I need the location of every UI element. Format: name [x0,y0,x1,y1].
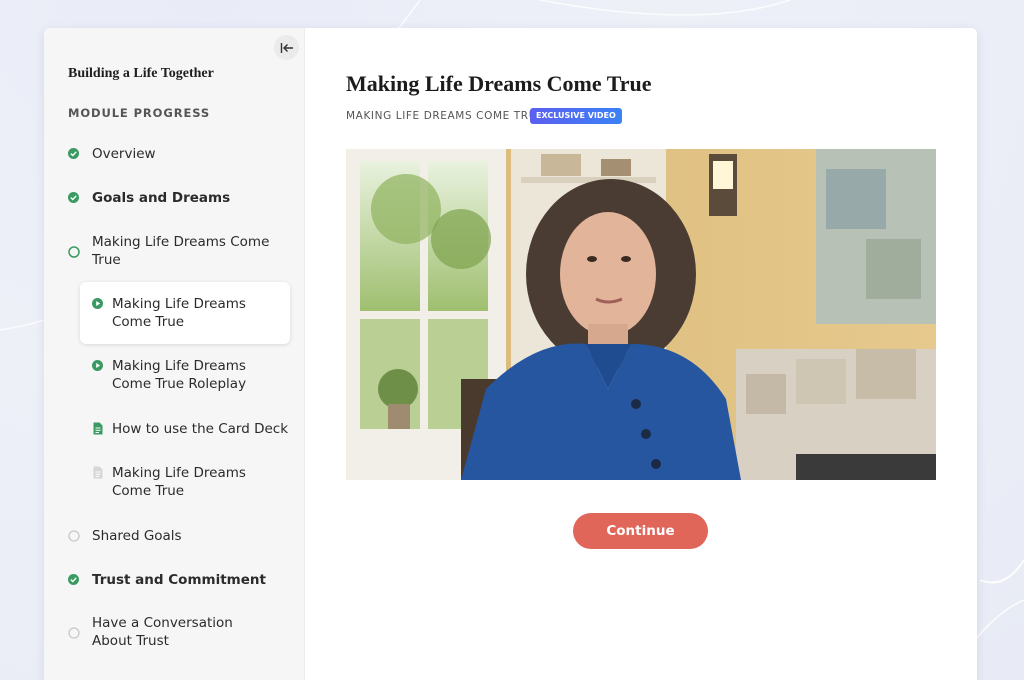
sidebar-item-trust-and-commitment[interactable]: Trust and Commitment [44,570,305,590]
circle-outline-icon [68,530,80,542]
sidebar-item-conversation-about-trust[interactable]: Have a Conversation About Trust [44,614,305,652]
lesson-title: Making Life Dreams Come True [346,71,652,96]
video-player[interactable] [346,149,936,480]
circle-outline-icon [68,627,80,639]
sidebar-item-label: Overview [92,146,156,162]
play-circle-icon [92,360,103,371]
exclusive-video-badge: EXCLUSIVE VIDEO [530,108,622,124]
circle-outline-icon [68,246,80,258]
sidebar-subitem-card-deck[interactable]: How to use the Card Deck [44,420,305,440]
sidebar-item-label: Making Life Dreams Come True [112,296,246,330]
sidebar-item-label: Making Life Dreams Come True Roleplay [112,358,247,392]
play-circle-icon [92,298,103,309]
sidebar-item-shared-goals[interactable]: Shared Goals [44,526,305,546]
check-circle-icon [68,148,79,159]
collapse-sidebar-button[interactable] [274,35,299,60]
sidebar-item-label: Making Life Dreams Come True [112,465,246,499]
lesson-subtitle: MAKING LIFE DREAMS COME TRUE [346,110,545,122]
document-icon [93,422,103,435]
continue-button[interactable]: Continue [573,513,708,549]
sidebar-subitem-roleplay-video[interactable]: Making Life Dreams Come True Roleplay [44,357,305,395]
sidebar-item-label: Trust and Commitment [92,572,266,588]
module-sidebar: Building a Life Together MODULE PROGRESS… [44,28,305,680]
sidebar-item-label: Shared Goals [92,528,182,544]
sidebar-item-making-life-dreams[interactable]: Making Life Dreams Come True [44,233,305,271]
check-circle-icon [68,192,79,203]
sidebar-item-goals-and-dreams[interactable]: Goals and Dreams [44,188,305,208]
sidebar-item-label: Goals and Dreams [92,190,231,206]
sidebar-item-label: How to use the Card Deck [112,421,289,437]
sidebar-item-label: Have a Conversation About Trust [92,615,233,649]
sidebar-item-label: Making Life Dreams Come True [92,234,270,268]
document-icon [93,466,103,479]
course-title: Building a Life Together [68,66,214,81]
sidebar-subitem-current-video[interactable]: Making Life Dreams Come True [44,295,305,333]
module-progress-heading: MODULE PROGRESS [68,106,211,120]
video-frame-image [346,149,936,480]
collapse-sidebar-icon [280,42,293,53]
lesson-card: Building a Life Together MODULE PROGRESS… [44,28,977,680]
sidebar-item-overview[interactable]: Overview [44,144,305,164]
sidebar-subitem-document[interactable]: Making Life Dreams Come True [44,464,305,502]
lesson-content: Making Life Dreams Come True MAKING LIFE… [305,28,977,680]
check-circle-icon [68,574,79,585]
